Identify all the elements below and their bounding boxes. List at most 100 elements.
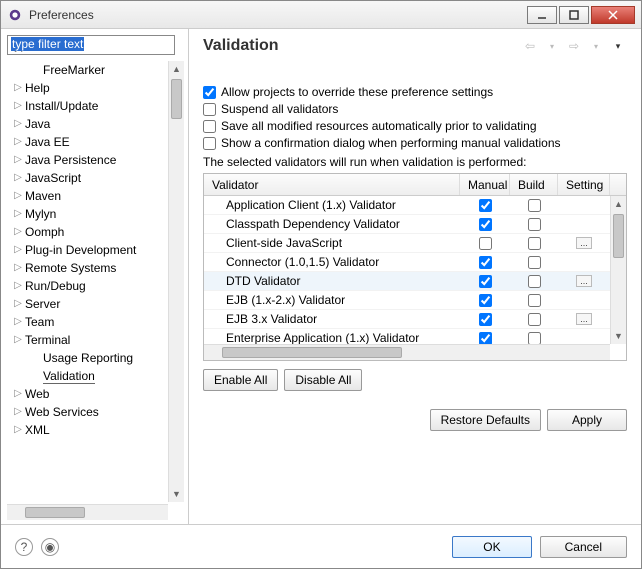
table-row[interactable]: EJB (1.x-2.x) Validator (204, 291, 610, 310)
manual-checkbox[interactable] (479, 237, 492, 250)
expander-icon[interactable]: ▷ (13, 335, 23, 345)
scrollbar-thumb-h[interactable] (25, 507, 85, 518)
expander-icon[interactable]: ▷ (13, 263, 23, 273)
tree-item[interactable]: ▷Mylyn (7, 205, 184, 223)
option-checkbox[interactable] (203, 103, 216, 116)
expander-icon[interactable]: ▷ (13, 245, 23, 255)
table-row[interactable]: Client-side JavaScript… (204, 234, 610, 253)
col-build[interactable]: Build (510, 174, 558, 195)
tree-item[interactable]: FreeMarker (7, 61, 184, 79)
manual-checkbox[interactable] (479, 218, 492, 231)
build-checkbox[interactable] (528, 199, 541, 212)
scrollbar-thumb-h[interactable] (222, 347, 402, 358)
col-settings[interactable]: Setting (558, 174, 610, 195)
expander-icon[interactable]: ▷ (13, 281, 23, 291)
scroll-down-icon[interactable]: ▼ (611, 328, 626, 344)
table-row[interactable]: EJB 3.x Validator… (204, 310, 610, 329)
tree-item[interactable]: ▷Web (7, 385, 184, 403)
status-icon[interactable]: ◉ (41, 538, 59, 556)
expander-icon[interactable]: ▷ (13, 119, 23, 129)
tree-item[interactable]: Validation (7, 367, 184, 385)
back-button[interactable]: ⇦ (521, 38, 539, 54)
col-manual[interactable]: Manual (460, 174, 510, 195)
build-checkbox[interactable] (528, 294, 541, 307)
restore-defaults-button[interactable]: Restore Defaults (430, 409, 541, 431)
cancel-button[interactable]: Cancel (540, 536, 627, 558)
build-checkbox[interactable] (528, 256, 541, 269)
tree-item[interactable]: ▷Maven (7, 187, 184, 205)
tree-item[interactable]: ▷JavaScript (7, 169, 184, 187)
tree-item[interactable]: ▷Help (7, 79, 184, 97)
scroll-down-icon[interactable]: ▼ (169, 486, 184, 502)
tree-item[interactable]: ▷XML (7, 421, 184, 439)
expander-icon[interactable] (31, 353, 41, 363)
expander-icon[interactable]: ▷ (13, 317, 23, 327)
tree-item[interactable]: ▷Plug-in Development (7, 241, 184, 259)
disable-all-button[interactable]: Disable All (284, 369, 362, 391)
tree-item[interactable]: ▷Java (7, 115, 184, 133)
table-row[interactable]: Application Client (1.x) Validator (204, 196, 610, 215)
tree-item[interactable]: ▷Team (7, 313, 184, 331)
filter-input[interactable] (7, 35, 175, 55)
expander-icon[interactable]: ▷ (13, 173, 23, 183)
table-scrollbar-horizontal[interactable] (204, 344, 610, 360)
forward-button[interactable]: ⇨ (565, 38, 583, 54)
enable-all-button[interactable]: Enable All (203, 369, 278, 391)
view-menu-icon[interactable]: ▾ (609, 38, 627, 54)
manual-checkbox[interactable] (479, 332, 492, 345)
tree-item[interactable]: ▷Java EE (7, 133, 184, 151)
col-validator[interactable]: Validator (204, 174, 460, 195)
tree-scrollbar-horizontal[interactable] (7, 504, 168, 520)
option-checkbox[interactable] (203, 120, 216, 133)
forward-menu-icon[interactable]: ▾ (587, 38, 605, 54)
table-row[interactable]: Enterprise Application (1.x) Validator (204, 329, 610, 344)
expander-icon[interactable] (31, 371, 41, 381)
preferences-tree[interactable]: FreeMarker▷Help▷Install/Update▷Java▷Java… (7, 61, 184, 439)
tree-item[interactable]: ▷Oomph (7, 223, 184, 241)
build-checkbox[interactable] (528, 218, 541, 231)
expander-icon[interactable]: ▷ (13, 299, 23, 309)
manual-checkbox[interactable] (479, 275, 492, 288)
tree-item[interactable]: ▷Remote Systems (7, 259, 184, 277)
build-checkbox[interactable] (528, 237, 541, 250)
build-checkbox[interactable] (528, 332, 541, 345)
tree-scrollbar-vertical[interactable]: ▲ ▼ (168, 61, 184, 502)
minimize-button[interactable] (527, 6, 557, 24)
manual-checkbox[interactable] (479, 294, 492, 307)
expander-icon[interactable]: ▷ (13, 83, 23, 93)
maximize-button[interactable] (559, 6, 589, 24)
tree-item[interactable]: ▷Java Persistence (7, 151, 184, 169)
expander-icon[interactable]: ▷ (13, 101, 23, 111)
build-checkbox[interactable] (528, 275, 541, 288)
scrollbar-thumb[interactable] (613, 214, 624, 258)
expander-icon[interactable]: ▷ (13, 425, 23, 435)
manual-checkbox[interactable] (479, 313, 492, 326)
settings-button[interactable]: … (576, 275, 592, 287)
tree-item[interactable]: Usage Reporting (7, 349, 184, 367)
close-button[interactable] (591, 6, 635, 24)
expander-icon[interactable]: ▷ (13, 191, 23, 201)
back-menu-icon[interactable]: ▾ (543, 38, 561, 54)
ok-button[interactable]: OK (452, 536, 531, 558)
expander-icon[interactable]: ▷ (13, 137, 23, 147)
expander-icon[interactable]: ▷ (13, 227, 23, 237)
expander-icon[interactable]: ▷ (13, 407, 23, 417)
tree-item[interactable]: ▷Server (7, 295, 184, 313)
scroll-up-icon[interactable]: ▲ (611, 196, 626, 212)
apply-button[interactable]: Apply (547, 409, 627, 431)
build-checkbox[interactable] (528, 313, 541, 326)
tree-item[interactable]: ▷Install/Update (7, 97, 184, 115)
scroll-up-icon[interactable]: ▲ (169, 61, 184, 77)
scrollbar-thumb[interactable] (171, 79, 182, 119)
settings-button[interactable]: … (576, 237, 592, 249)
expander-icon[interactable]: ▷ (13, 155, 23, 165)
tree-item[interactable]: ▷Terminal (7, 331, 184, 349)
manual-checkbox[interactable] (479, 256, 492, 269)
tree-item[interactable]: ▷Run/Debug (7, 277, 184, 295)
table-row[interactable]: DTD Validator… (204, 272, 610, 291)
tree-item[interactable]: ▷Web Services (7, 403, 184, 421)
settings-button[interactable]: … (576, 313, 592, 325)
expander-icon[interactable]: ▷ (13, 209, 23, 219)
option-checkbox[interactable] (203, 137, 216, 150)
expander-icon[interactable]: ▷ (13, 389, 23, 399)
